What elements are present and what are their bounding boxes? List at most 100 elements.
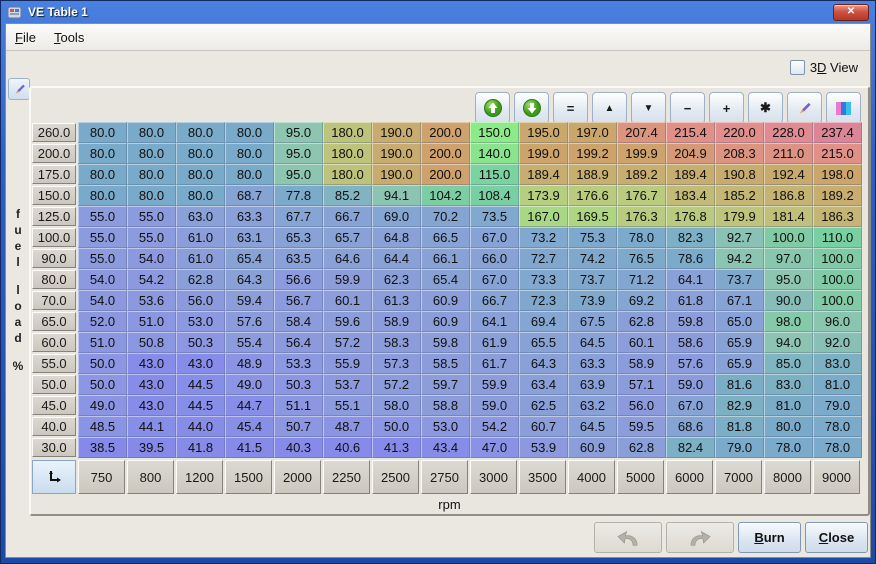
table-cell[interactable]: 63.2 xyxy=(568,395,617,416)
table-cell[interactable]: 140.0 xyxy=(470,143,519,164)
table-cell[interactable]: 64.8 xyxy=(372,227,421,248)
table-cell[interactable]: 64.5 xyxy=(568,416,617,437)
table-cell[interactable]: 66.5 xyxy=(421,227,470,248)
table-cell[interactable]: 73.2 xyxy=(519,227,568,248)
table-cell[interactable]: 73.7 xyxy=(568,269,617,290)
table-cell[interactable]: 58.5 xyxy=(421,353,470,374)
table-cell[interactable]: 61.8 xyxy=(666,290,715,311)
table-cell[interactable]: 55.0 xyxy=(78,206,127,227)
table-cell[interactable]: 57.2 xyxy=(323,332,372,353)
table-cell[interactable]: 64.5 xyxy=(568,332,617,353)
table-cell[interactable]: 58.3 xyxy=(372,332,421,353)
increase-value-button[interactable]: ▲ xyxy=(592,92,627,124)
table-cell[interactable]: 63.9 xyxy=(568,374,617,395)
table-cell[interactable]: 65.9 xyxy=(715,353,764,374)
col-header[interactable]: 6000 xyxy=(666,460,713,494)
table-cell[interactable]: 60.9 xyxy=(568,437,617,458)
table-cell[interactable]: 41.8 xyxy=(176,437,225,458)
table-cell[interactable]: 81.0 xyxy=(813,374,862,395)
table-cell[interactable]: 80.0 xyxy=(176,185,225,206)
add-button[interactable]: + xyxy=(709,92,744,124)
table-cell[interactable]: 53.7 xyxy=(323,374,372,395)
table-cell[interactable]: 190.8 xyxy=(715,164,764,185)
table-cell[interactable]: 220.0 xyxy=(715,122,764,143)
row-header[interactable]: 90.0 xyxy=(32,249,76,268)
table-cell[interactable]: 80.0 xyxy=(78,185,127,206)
title-bar[interactable]: VE Table 1 ✕ xyxy=(1,1,875,23)
table-cell[interactable]: 67.0 xyxy=(666,395,715,416)
table-cell[interactable]: 63.5 xyxy=(274,248,323,269)
burn-button[interactable]: Burn xyxy=(738,522,801,553)
table-cell[interactable]: 90.0 xyxy=(764,290,813,311)
table-cell[interactable]: 94.1 xyxy=(372,185,421,206)
table-cell[interactable]: 57.6 xyxy=(666,353,715,374)
color-scale-button[interactable] xyxy=(826,92,861,124)
menu-tools[interactable]: Tools xyxy=(45,26,93,49)
table-cell[interactable]: 65.4 xyxy=(421,269,470,290)
table-cell[interactable]: 71.2 xyxy=(617,269,666,290)
table-cell[interactable]: 180.0 xyxy=(323,164,372,185)
table-cell[interactable]: 40.3 xyxy=(274,437,323,458)
table-cell[interactable]: 81.0 xyxy=(764,395,813,416)
table-cell[interactable]: 43.4 xyxy=(421,437,470,458)
decrease-value-button[interactable]: ▼ xyxy=(631,92,666,124)
table-cell[interactable]: 58.6 xyxy=(666,332,715,353)
table-cell[interactable]: 55.1 xyxy=(323,395,372,416)
table-cell[interactable]: 63.4 xyxy=(519,374,568,395)
table-cell[interactable]: 65.9 xyxy=(715,332,764,353)
close-button[interactable]: Close xyxy=(805,522,868,553)
table-cell[interactable]: 65.0 xyxy=(715,311,764,332)
table-cell[interactable]: 95.0 xyxy=(764,269,813,290)
table-cell[interactable]: 176.8 xyxy=(666,206,715,227)
table-cell[interactable]: 94.0 xyxy=(764,332,813,353)
table-cell[interactable]: 62.8 xyxy=(617,437,666,458)
table-cell[interactable]: 78.0 xyxy=(764,437,813,458)
table-cell[interactable]: 237.4 xyxy=(813,122,862,143)
table-cell[interactable]: 80.0 xyxy=(225,122,274,143)
table-cell[interactable]: 188.9 xyxy=(568,164,617,185)
table-cell[interactable]: 190.0 xyxy=(372,164,421,185)
table-cell[interactable]: 61.3 xyxy=(372,290,421,311)
table-cell[interactable]: 59.7 xyxy=(421,374,470,395)
row-header[interactable]: 65.0 xyxy=(32,312,76,331)
table-cell[interactable]: 79.0 xyxy=(813,395,862,416)
table-cell[interactable]: 181.4 xyxy=(764,206,813,227)
table-cell[interactable]: 81.8 xyxy=(715,416,764,437)
table-cell[interactable]: 66.1 xyxy=(421,248,470,269)
table-cell[interactable]: 75.3 xyxy=(568,227,617,248)
table-cell[interactable]: 79.0 xyxy=(715,437,764,458)
table-cell[interactable]: 56.6 xyxy=(274,269,323,290)
table-cell[interactable]: 185.2 xyxy=(715,185,764,206)
table-cell[interactable]: 60.1 xyxy=(617,332,666,353)
table-cell[interactable]: 62.5 xyxy=(519,395,568,416)
table-cell[interactable]: 44.0 xyxy=(176,416,225,437)
col-header[interactable]: 1200 xyxy=(176,460,223,494)
table-cell[interactable]: 56.7 xyxy=(274,290,323,311)
table-cell[interactable]: 80.0 xyxy=(78,143,127,164)
table-cell[interactable]: 59.4 xyxy=(225,290,274,311)
table-cell[interactable]: 57.2 xyxy=(372,374,421,395)
table-cell[interactable]: 53.3 xyxy=(274,353,323,374)
table-cell[interactable]: 80.0 xyxy=(225,164,274,185)
col-header[interactable]: 750 xyxy=(78,460,125,494)
table-cell[interactable]: 69.2 xyxy=(617,290,666,311)
table-cell[interactable]: 57.6 xyxy=(225,311,274,332)
table-cell[interactable]: 58.9 xyxy=(617,353,666,374)
table-cell[interactable]: 82.4 xyxy=(666,437,715,458)
table-cell[interactable]: 44.5 xyxy=(176,374,225,395)
table-cell[interactable]: 92.7 xyxy=(715,227,764,248)
table-cell[interactable]: 54.0 xyxy=(78,290,127,311)
col-header[interactable]: 7000 xyxy=(715,460,762,494)
col-header[interactable]: 2000 xyxy=(274,460,321,494)
table-cell[interactable]: 208.3 xyxy=(715,143,764,164)
row-header[interactable]: 60.0 xyxy=(32,333,76,352)
view-3d-checkbox[interactable] xyxy=(790,60,805,75)
table-cell[interactable]: 59.9 xyxy=(470,374,519,395)
table-cell[interactable]: 50.0 xyxy=(78,353,127,374)
table-cell[interactable]: 44.5 xyxy=(176,395,225,416)
table-cell[interactable]: 80.0 xyxy=(176,122,225,143)
table-cell[interactable]: 83.0 xyxy=(764,374,813,395)
table-cell[interactable]: 44.1 xyxy=(127,416,176,437)
table-cell[interactable]: 53.0 xyxy=(176,311,225,332)
table-cell[interactable]: 73.7 xyxy=(715,269,764,290)
